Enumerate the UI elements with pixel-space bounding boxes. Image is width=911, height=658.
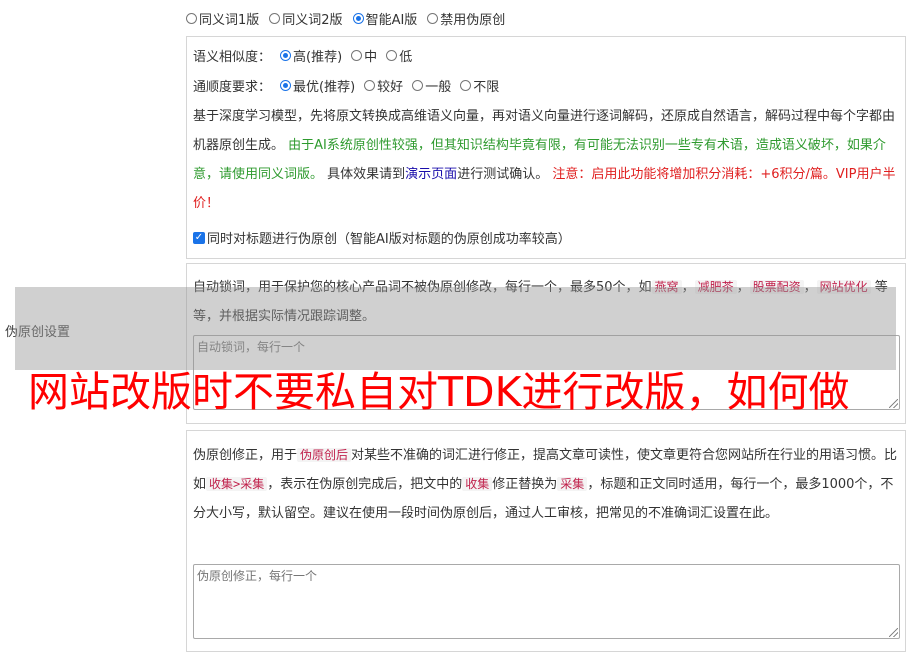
mode-option-label: 同义词1版	[199, 13, 260, 28]
radio-ai[interactable]	[352, 13, 364, 24]
mode-option-label: 智能AI版	[365, 13, 418, 28]
effect-prefix-text: 具体效果请到	[327, 167, 406, 182]
ai-description: 基于深度学习模型，先将原文转换成高维语义向量，再对语义向量进行逐词解码，还原成自…	[193, 102, 901, 218]
option-label: 最优(推荐)	[293, 80, 356, 95]
correction-tag: 收集	[462, 477, 493, 491]
mode-option-label: 禁用伪原创	[440, 13, 506, 28]
resize-handle-icon[interactable]	[889, 399, 898, 408]
radio-fluency-good[interactable]	[364, 80, 376, 91]
title-checkbox-label: 同时对标题进行伪原创（智能AI版对标题的伪原创成功率较高）	[207, 232, 571, 247]
correction-text: ，表示在伪原创完成后，把文中的	[267, 477, 463, 492]
mode-option-synonym-v1[interactable]: 同义词1版	[186, 9, 259, 28]
option-label: 高(推荐)	[293, 50, 343, 65]
correction-tag: 采集	[557, 477, 588, 491]
radio-fluency-best[interactable]	[280, 80, 292, 91]
option-label: 低	[399, 50, 413, 65]
resize-handle-icon[interactable]	[889, 628, 898, 637]
fluency-option-unlimited[interactable]: 不限	[460, 76, 499, 95]
option-label: 不限	[473, 80, 500, 95]
mode-option-disable[interactable]: 禁用伪原创	[427, 9, 505, 28]
fluency-label: 通顺度要求：	[193, 80, 272, 95]
fluency-option-normal[interactable]: 一般	[412, 76, 451, 95]
radio-disable[interactable]	[427, 13, 439, 24]
correction-tag: 伪原创后	[297, 448, 352, 462]
option-label: 一般	[425, 80, 452, 95]
correction-text: 伪原创修正，用于	[193, 448, 298, 463]
correction-tag: 收集>采集	[206, 477, 268, 491]
correction-text: 修正替换为	[492, 477, 558, 492]
radio-synonym-v2[interactable]	[269, 13, 281, 24]
correction-description: 伪原创修正，用于 伪原创后 对某些不准确的词汇进行修正，提高文章可读性，使文章更符合…	[193, 441, 901, 528]
ai-settings-panel: 语义相似度： 高(推荐) 中 低 通顺度要求： 最优(推荐) 较好 一般 不限 …	[186, 36, 906, 259]
mode-radio-group: 同义词1版 同义词2版 智能AI版 禁用伪原创	[186, 9, 505, 28]
radio-fluency-normal[interactable]	[412, 80, 424, 91]
radio-similarity-high[interactable]	[280, 50, 292, 61]
radio-synonym-v1[interactable]	[186, 13, 197, 24]
correction-placeholder: 伪原创修正，每行一个	[197, 569, 318, 583]
overlay-title: 网站改版时不要私自对TDK进行改版，如何做	[28, 368, 850, 416]
correction-textarea[interactable]: 伪原创修正，每行一个	[193, 564, 900, 639]
similarity-row: 语义相似度： 高(推荐) 中 低	[193, 46, 412, 65]
similarity-option-low[interactable]: 低	[386, 46, 412, 65]
similarity-option-high[interactable]: 高(推荐)	[280, 46, 342, 65]
option-label: 中	[364, 50, 378, 65]
option-label: 较好	[377, 80, 404, 95]
radio-fluency-unlimited[interactable]	[460, 80, 472, 91]
title-checkbox-row[interactable]: ✓ 同时对标题进行伪原创（智能AI版对标题的伪原创成功率较高）	[193, 228, 571, 247]
correction-panel: 伪原创修正，用于 伪原创后 对某些不准确的词汇进行修正，提高文章可读性，使文章更符合…	[186, 430, 906, 652]
mode-option-synonym-v2[interactable]: 同义词2版	[269, 9, 343, 28]
mode-option-label: 同义词2版	[282, 13, 343, 28]
demo-page-link[interactable]: 演示页面	[405, 167, 457, 182]
overlay-band	[15, 287, 896, 370]
radio-similarity-low[interactable]	[386, 50, 398, 61]
fluency-option-good[interactable]: 较好	[364, 76, 403, 95]
fluency-option-best[interactable]: 最优(推荐)	[280, 76, 355, 95]
fluency-row: 通顺度要求： 最优(推荐) 较好 一般 不限	[193, 76, 499, 95]
similarity-label: 语义相似度：	[193, 50, 272, 65]
similarity-option-medium[interactable]: 中	[351, 46, 377, 65]
radio-similarity-medium[interactable]	[351, 50, 363, 61]
title-checkbox[interactable]: ✓	[193, 231, 205, 244]
mode-option-ai[interactable]: 智能AI版	[352, 9, 418, 28]
effect-suffix-text: 进行测试确认。	[457, 167, 549, 182]
